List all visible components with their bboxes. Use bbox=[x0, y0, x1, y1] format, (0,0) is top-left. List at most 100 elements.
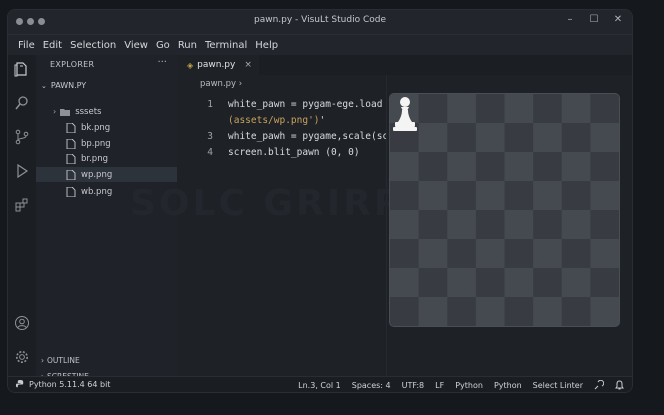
menu-go[interactable]: Go bbox=[156, 40, 170, 51]
board-square[interactable] bbox=[533, 268, 563, 298]
board-square[interactable] bbox=[475, 239, 505, 269]
board-square[interactable] bbox=[504, 181, 534, 211]
board-square[interactable] bbox=[447, 297, 477, 326]
menu-run[interactable]: Run bbox=[178, 40, 197, 51]
board-square[interactable] bbox=[390, 210, 420, 240]
bell-icon[interactable] bbox=[615, 380, 624, 390]
menu-file[interactable]: File bbox=[18, 40, 35, 51]
board-square[interactable] bbox=[390, 152, 420, 182]
board-square[interactable] bbox=[418, 94, 448, 124]
select-linter[interactable]: Select Linter bbox=[533, 381, 583, 390]
board-square[interactable] bbox=[561, 210, 591, 240]
board-square[interactable] bbox=[475, 94, 505, 124]
board-square[interactable] bbox=[447, 268, 477, 298]
board-square[interactable] bbox=[533, 181, 563, 211]
gear-icon[interactable] bbox=[12, 347, 32, 367]
menu-selection[interactable]: Selection bbox=[70, 40, 116, 51]
more-actions-icon[interactable]: ··· bbox=[157, 57, 167, 68]
breadcrumb[interactable]: pawn.py › bbox=[200, 79, 242, 89]
board-square[interactable] bbox=[475, 152, 505, 182]
board-square[interactable] bbox=[475, 268, 505, 298]
board-square[interactable] bbox=[418, 268, 448, 298]
board-square[interactable] bbox=[418, 210, 448, 240]
close-icon[interactable]: ✕ bbox=[612, 14, 624, 25]
board-square[interactable] bbox=[390, 297, 420, 326]
board-square[interactable] bbox=[561, 239, 591, 269]
board-square[interactable] bbox=[561, 152, 591, 182]
chess-board-preview[interactable] bbox=[390, 94, 619, 326]
source-control-icon[interactable] bbox=[12, 127, 32, 147]
board-square[interactable] bbox=[533, 94, 563, 124]
run-debug-icon[interactable] bbox=[12, 161, 32, 181]
board-square[interactable] bbox=[561, 181, 591, 211]
board-square[interactable] bbox=[447, 94, 477, 124]
board-square[interactable] bbox=[447, 239, 477, 269]
cursor-position[interactable]: Ln.3, Col 1 bbox=[298, 381, 341, 390]
board-square[interactable] bbox=[533, 210, 563, 240]
board-square[interactable] bbox=[533, 239, 563, 269]
line-ending[interactable]: LF bbox=[435, 381, 444, 390]
board-square[interactable] bbox=[504, 123, 534, 153]
board-square[interactable] bbox=[447, 210, 477, 240]
board-square[interactable] bbox=[590, 268, 619, 298]
board-square[interactable] bbox=[561, 268, 591, 298]
editor-split-divider[interactable] bbox=[386, 75, 387, 376]
outline-section[interactable]: › OUTLINE bbox=[41, 356, 80, 365]
extensions-icon[interactable] bbox=[12, 195, 32, 215]
board-square[interactable] bbox=[504, 94, 534, 124]
board-square[interactable] bbox=[590, 152, 619, 182]
board-square[interactable] bbox=[390, 239, 420, 269]
search-icon[interactable] bbox=[12, 93, 32, 113]
board-square[interactable] bbox=[475, 181, 505, 211]
encoding[interactable]: UTF:8 bbox=[402, 381, 425, 390]
board-square[interactable] bbox=[418, 181, 448, 211]
minimize-icon[interactable]: – bbox=[564, 14, 576, 25]
board-square[interactable] bbox=[590, 239, 619, 269]
board-square[interactable] bbox=[590, 94, 619, 124]
board-square[interactable] bbox=[504, 239, 534, 269]
board-square[interactable] bbox=[504, 297, 534, 326]
board-square[interactable] bbox=[447, 152, 477, 182]
board-square[interactable] bbox=[590, 297, 619, 326]
board-square[interactable] bbox=[504, 152, 534, 182]
explorer-icon[interactable] bbox=[12, 59, 32, 79]
board-square[interactable] bbox=[418, 152, 448, 182]
board-square[interactable] bbox=[447, 181, 477, 211]
board-square[interactable] bbox=[590, 210, 619, 240]
board-square[interactable] bbox=[504, 210, 534, 240]
board-square[interactable] bbox=[590, 181, 619, 211]
board-square[interactable] bbox=[418, 297, 448, 326]
tree-item-sssets[interactable]: › sssets bbox=[36, 104, 194, 119]
close-tab-icon[interactable]: × bbox=[244, 60, 252, 70]
board-square[interactable] bbox=[561, 123, 591, 153]
board-square[interactable] bbox=[504, 268, 534, 298]
board-square[interactable] bbox=[561, 94, 591, 124]
board-square[interactable] bbox=[390, 181, 420, 211]
maximize-icon[interactable]: ☐ bbox=[588, 14, 600, 25]
account-icon[interactable] bbox=[12, 313, 32, 333]
board-square[interactable] bbox=[418, 239, 448, 269]
python-interpreter[interactable]: Python 5.11.4 64 bit bbox=[16, 380, 110, 389]
language-server[interactable]: Python bbox=[494, 381, 522, 390]
board-square[interactable] bbox=[533, 297, 563, 326]
board-square[interactable] bbox=[590, 123, 619, 153]
feedback-icon[interactable] bbox=[594, 380, 604, 390]
board-square[interactable] bbox=[447, 123, 477, 153]
board-square[interactable] bbox=[533, 123, 563, 153]
board-square[interactable] bbox=[533, 152, 563, 182]
tab-pawn-py[interactable]: ◈ pawn.py × bbox=[177, 55, 259, 75]
white-pawn-icon[interactable] bbox=[390, 94, 420, 134]
indentation[interactable]: Spaces: 4 bbox=[352, 381, 391, 390]
board-square[interactable] bbox=[561, 297, 591, 326]
board-square[interactable] bbox=[418, 123, 448, 153]
board-square[interactable] bbox=[390, 268, 420, 298]
menu-help[interactable]: Help bbox=[255, 40, 278, 51]
menu-terminal[interactable]: Terminal bbox=[205, 40, 247, 51]
board-square[interactable] bbox=[475, 297, 505, 326]
workspace-folder[interactable]: ⌄ PAWN.PY bbox=[41, 81, 86, 90]
board-square[interactable] bbox=[475, 123, 505, 153]
language-mode[interactable]: Python bbox=[455, 381, 483, 390]
board-square[interactable] bbox=[475, 210, 505, 240]
menu-view[interactable]: View bbox=[124, 40, 148, 51]
menu-edit[interactable]: Edit bbox=[43, 40, 62, 51]
